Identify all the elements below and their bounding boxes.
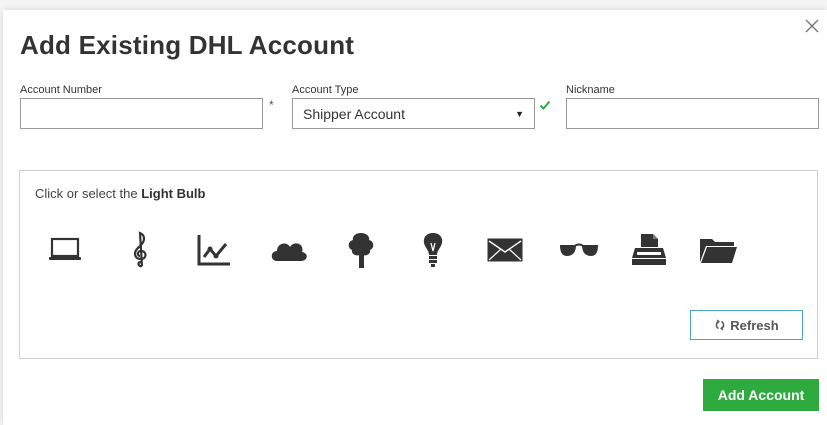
page-title: Add Existing DHL Account bbox=[20, 30, 355, 60]
account-number-input[interactable] bbox=[20, 98, 263, 129]
required-asterisk: * bbox=[269, 98, 274, 112]
add-account-button[interactable]: Add Account bbox=[703, 379, 819, 411]
captcha-panel: Click or select the Light Bulb Refresh bbox=[19, 170, 818, 359]
refresh-button[interactable]: Refresh bbox=[690, 310, 803, 340]
account-number-label: Account Number bbox=[20, 84, 102, 96]
add-account-modal: Add Existing DHL Account Account Number … bbox=[3, 10, 827, 425]
sunglasses-icon[interactable] bbox=[556, 229, 602, 271]
close-icon[interactable] bbox=[803, 17, 821, 35]
captcha-prompt-prefix: Click or select the bbox=[35, 186, 142, 201]
nickname-input[interactable] bbox=[566, 98, 819, 129]
chart-icon[interactable] bbox=[191, 229, 237, 271]
tree-icon[interactable] bbox=[338, 229, 384, 271]
captcha-prompt-target: Light Bulb bbox=[141, 186, 206, 201]
folder-icon[interactable] bbox=[695, 229, 741, 271]
account-type-label: Account Type bbox=[292, 84, 359, 96]
cloud-icon[interactable] bbox=[266, 229, 312, 271]
check-icon bbox=[539, 98, 551, 110]
account-type-select[interactable]: Shipper Account ▼ bbox=[292, 98, 535, 129]
refresh-icon bbox=[715, 319, 725, 331]
nickname-label: Nickname bbox=[566, 84, 615, 96]
envelope-icon[interactable] bbox=[482, 229, 528, 271]
captcha-prompt: Click or select the Light Bulb bbox=[35, 186, 205, 201]
printer-icon[interactable] bbox=[626, 229, 672, 271]
light-bulb-icon[interactable] bbox=[410, 229, 456, 271]
account-type-value: Shipper Account bbox=[303, 105, 405, 122]
chevron-down-icon: ▼ bbox=[515, 108, 524, 119]
laptop-icon[interactable] bbox=[42, 229, 88, 271]
treble-clef-icon[interactable] bbox=[118, 229, 164, 271]
refresh-label: Refresh bbox=[730, 317, 779, 333]
